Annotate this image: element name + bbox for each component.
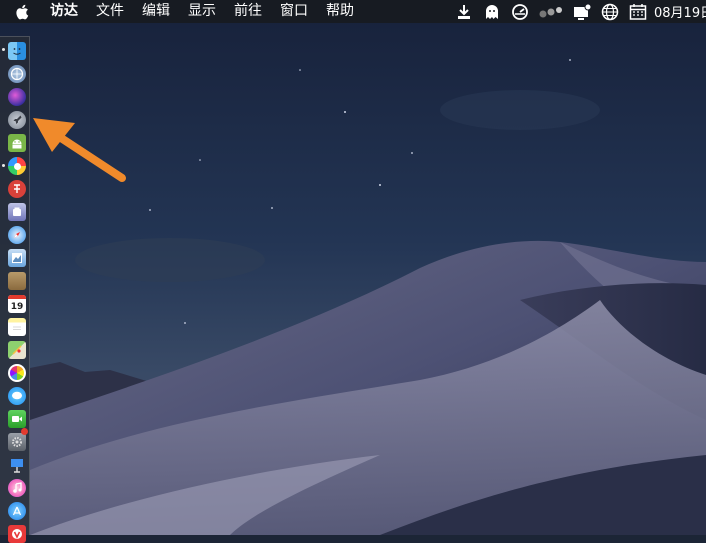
running-indicator — [2, 164, 5, 167]
finder-icon[interactable] — [8, 42, 26, 60]
desktop-wallpaper — [0, 0, 706, 535]
photos-icon[interactable] — [8, 364, 26, 382]
menu-edit[interactable]: 编辑 — [142, 0, 170, 23]
maps-icon[interactable] — [8, 341, 26, 359]
wallpaper-dunes — [0, 0, 706, 535]
menu-go[interactable]: 前往 — [234, 0, 262, 23]
calendar-dock-icon[interactable]: 19 — [8, 295, 26, 313]
app-store-safari-icon[interactable] — [8, 65, 26, 83]
notes-icon[interactable] — [8, 318, 26, 336]
ghost-icon[interactable] — [482, 3, 502, 21]
menu-file[interactable]: 文件 — [96, 0, 124, 23]
menu-finder[interactable]: 访达 — [50, 0, 78, 23]
launchpad-icon[interactable] — [8, 111, 26, 129]
calendar-header — [8, 295, 26, 299]
download-icon[interactable] — [454, 3, 474, 21]
menu-window[interactable]: 窗口 — [280, 0, 308, 23]
color-wheel-icon[interactable] — [8, 157, 26, 175]
messages-icon[interactable] — [8, 387, 26, 405]
running-indicator — [2, 48, 5, 51]
screenshot-icon[interactable] — [8, 203, 26, 221]
apple-menu-icon[interactable] — [14, 3, 32, 21]
siri-icon[interactable] — [8, 88, 26, 106]
vivaldi-icon[interactable] — [8, 525, 26, 543]
notification-badge — [21, 428, 28, 435]
safari-icon[interactable] — [8, 226, 26, 244]
status-area: 08月19日 — [446, 0, 706, 23]
dashboard-icon[interactable] — [510, 3, 530, 21]
facetime-icon[interactable] — [8, 410, 26, 428]
system-preferences-icon[interactable] — [8, 433, 26, 451]
menu-view[interactable]: 显示 — [188, 0, 216, 23]
notes-brown-icon[interactable] — [8, 272, 26, 290]
calendar-day: 19 — [10, 302, 24, 312]
dock: 19 — [0, 36, 30, 543]
app-icon[interactable] — [8, 180, 26, 198]
app-store-icon[interactable] — [8, 502, 26, 520]
globe-icon[interactable] — [600, 3, 620, 21]
menu-help[interactable]: 帮助 — [326, 0, 354, 23]
dots-icon[interactable] — [538, 3, 564, 21]
keynote-icon[interactable] — [8, 456, 26, 474]
itunes-icon[interactable] — [8, 479, 26, 497]
android-icon[interactable] — [8, 134, 26, 152]
menubar-clock[interactable]: 08月19日 — [654, 2, 706, 21]
calendar-icon[interactable] — [628, 3, 648, 21]
preview-icon[interactable] — [8, 249, 26, 267]
menu-bar: 访达 文件 编辑 显示 前往 窗口 帮助 08月19日 — [0, 0, 706, 23]
notification-icon[interactable] — [572, 3, 592, 21]
